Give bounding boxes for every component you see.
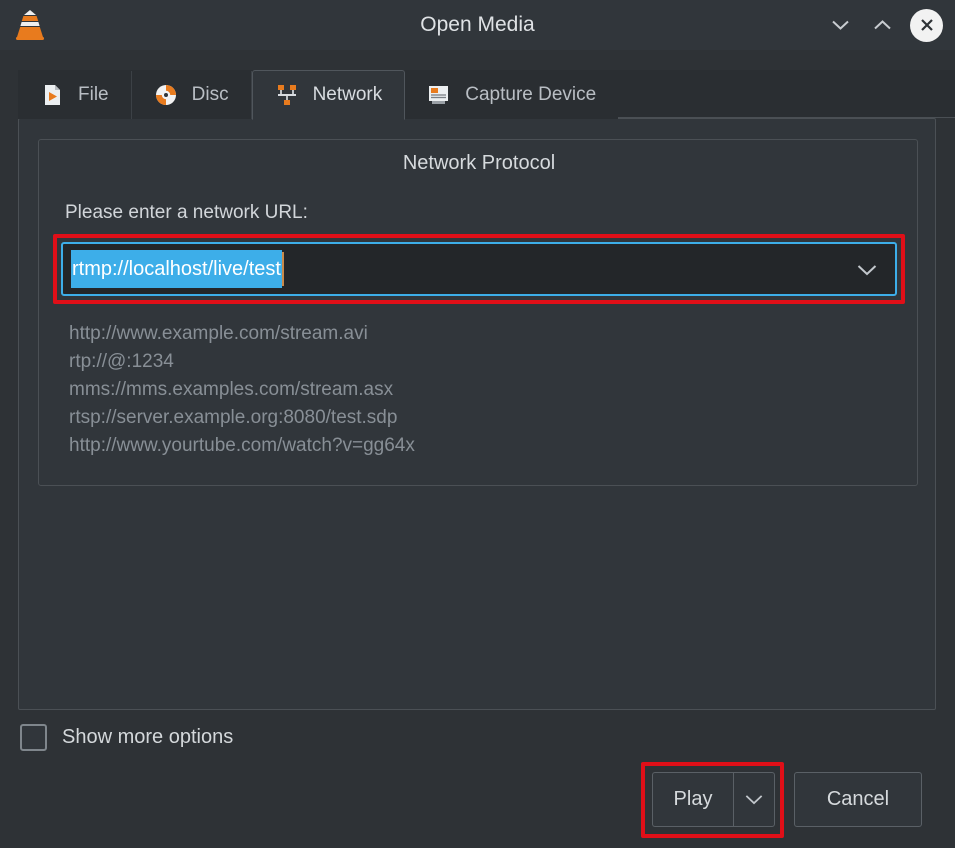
title-bar: Open Media bbox=[0, 0, 955, 50]
tab-disc-label: Disc bbox=[191, 84, 229, 105]
list-item: rtp://@:1234 bbox=[69, 351, 174, 372]
url-field-label: Please enter a network URL: bbox=[65, 202, 308, 223]
tab-file[interactable]: File bbox=[18, 71, 132, 119]
open-media-dialog: Open Media File Disc Network Capture Dev… bbox=[0, 0, 955, 848]
text-cursor bbox=[281, 252, 284, 286]
chevron-down-icon[interactable] bbox=[857, 263, 877, 276]
list-item: mms://mms.examples.com/stream.asx bbox=[69, 379, 394, 400]
file-play-icon bbox=[40, 83, 64, 107]
tab-capture-device-label: Capture Device bbox=[465, 84, 597, 105]
show-more-options-checkbox[interactable]: Show more options bbox=[20, 724, 233, 751]
show-more-options-label: Show more options bbox=[62, 726, 234, 748]
group-title: Network Protocol bbox=[402, 152, 556, 174]
window-title: Open Media bbox=[420, 13, 535, 36]
url-text-wrapper: rtmp://localhost/live/test bbox=[71, 250, 284, 288]
example-url-list: http://www.example.com/stream.avi rtp://… bbox=[69, 320, 415, 460]
tab-network-label: Network bbox=[312, 84, 383, 105]
window-controls bbox=[826, 0, 943, 50]
list-item: http://www.example.com/stream.avi bbox=[69, 323, 368, 344]
tab-bar: File Disc Network Capture Device bbox=[18, 70, 936, 120]
network-topology-icon bbox=[275, 83, 299, 107]
checkbox-box[interactable] bbox=[20, 724, 47, 751]
capture-card-icon bbox=[427, 83, 451, 107]
cancel-button[interactable]: Cancel bbox=[794, 772, 922, 827]
tab-capture-device[interactable]: Capture Device bbox=[405, 71, 619, 119]
tab-file-label: File bbox=[78, 84, 109, 105]
network-url-input[interactable]: rtmp://localhost/live/test bbox=[61, 242, 897, 296]
play-button-group: Play bbox=[652, 772, 775, 827]
chevron-down-icon[interactable] bbox=[826, 11, 854, 39]
disc-icon bbox=[154, 83, 178, 107]
close-x-icon[interactable] bbox=[910, 8, 943, 42]
play-button[interactable]: Play bbox=[652, 772, 733, 827]
chevron-up-icon[interactable] bbox=[868, 11, 896, 39]
tab-network[interactable]: Network bbox=[251, 70, 406, 120]
network-protocol-group: Network Protocol Please enter a network … bbox=[38, 139, 918, 486]
list-item: http://www.yourtube.com/watch?v=gg64x bbox=[69, 435, 415, 456]
play-menu-button[interactable] bbox=[733, 772, 775, 827]
list-item: rtsp://server.example.org:8080/test.sdp bbox=[69, 407, 398, 428]
url-value-text: rtmp://localhost/live/test bbox=[71, 250, 282, 288]
tab-content-network: Network Protocol Please enter a network … bbox=[18, 118, 936, 710]
tab-disc[interactable]: Disc bbox=[131, 71, 252, 119]
